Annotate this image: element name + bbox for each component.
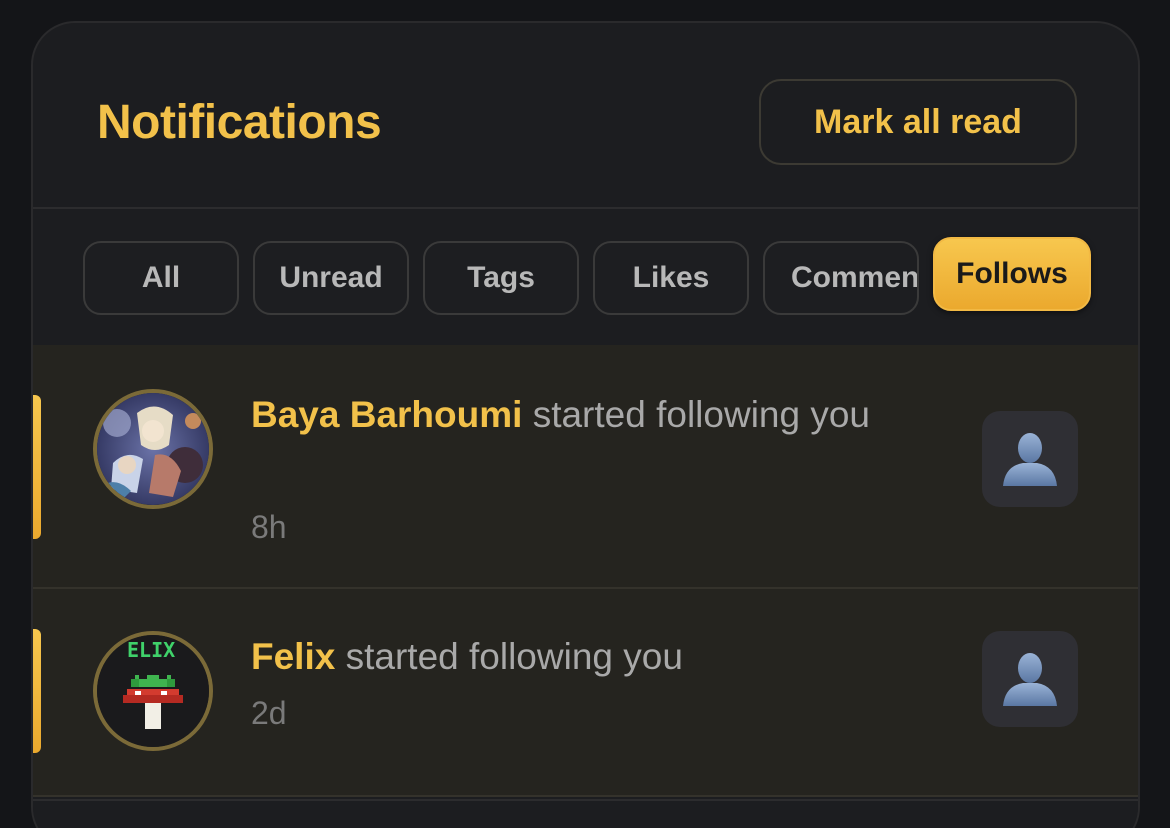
unread-indicator: [33, 629, 41, 753]
notification-item[interactable]: ELIX Felix started following you 2d: [33, 589, 1138, 797]
notification-list: Baya Barhoumi started following you 8h E…: [33, 345, 1138, 797]
avatar-text: ELIX: [127, 638, 175, 662]
notification-message: Felix started following you: [251, 629, 931, 685]
mark-all-read-button[interactable]: Mark all read: [759, 79, 1077, 165]
notification-message: Baya Barhoumi started following you: [251, 387, 931, 443]
timestamp: 8h: [251, 509, 287, 545]
unread-indicator: [33, 395, 41, 539]
filter-tabs: All Unread Tags Likes Comments Follows: [33, 211, 1138, 345]
tab-all[interactable]: All: [83, 241, 239, 315]
avatar[interactable]: [93, 389, 213, 509]
avatar[interactable]: ELIX: [93, 631, 213, 751]
user-name-link[interactable]: Baya Barhoumi: [251, 394, 522, 435]
tab-tags[interactable]: Tags: [423, 241, 579, 315]
panel-header: Notifications Mark all read: [33, 23, 1138, 209]
user-profile-button[interactable]: [982, 631, 1078, 727]
user-name-link[interactable]: Felix: [251, 636, 335, 677]
page-title: Notifications: [97, 96, 382, 149]
user-profile-button[interactable]: [982, 411, 1078, 507]
timestamp: 2d: [251, 695, 287, 731]
user-profile-icon: [1003, 433, 1057, 486]
anime-artwork-avatar-icon: [97, 393, 209, 505]
tab-comments[interactable]: Comments: [763, 241, 919, 315]
pixel-frog-mushroom-avatar-icon: ELIX: [97, 635, 209, 747]
tab-likes[interactable]: Likes: [593, 241, 749, 315]
tab-follows[interactable]: Follows: [933, 237, 1091, 311]
tab-unread[interactable]: Unread: [253, 241, 409, 315]
next-notification-item: [33, 799, 1138, 828]
notification-action: started following you: [345, 636, 683, 677]
user-profile-icon: [1003, 653, 1057, 706]
notification-item[interactable]: Baya Barhoumi started following you 8h: [33, 345, 1138, 589]
notifications-panel: Notifications Mark all read All Unread T…: [31, 21, 1140, 828]
notification-action: started following you: [532, 394, 871, 435]
